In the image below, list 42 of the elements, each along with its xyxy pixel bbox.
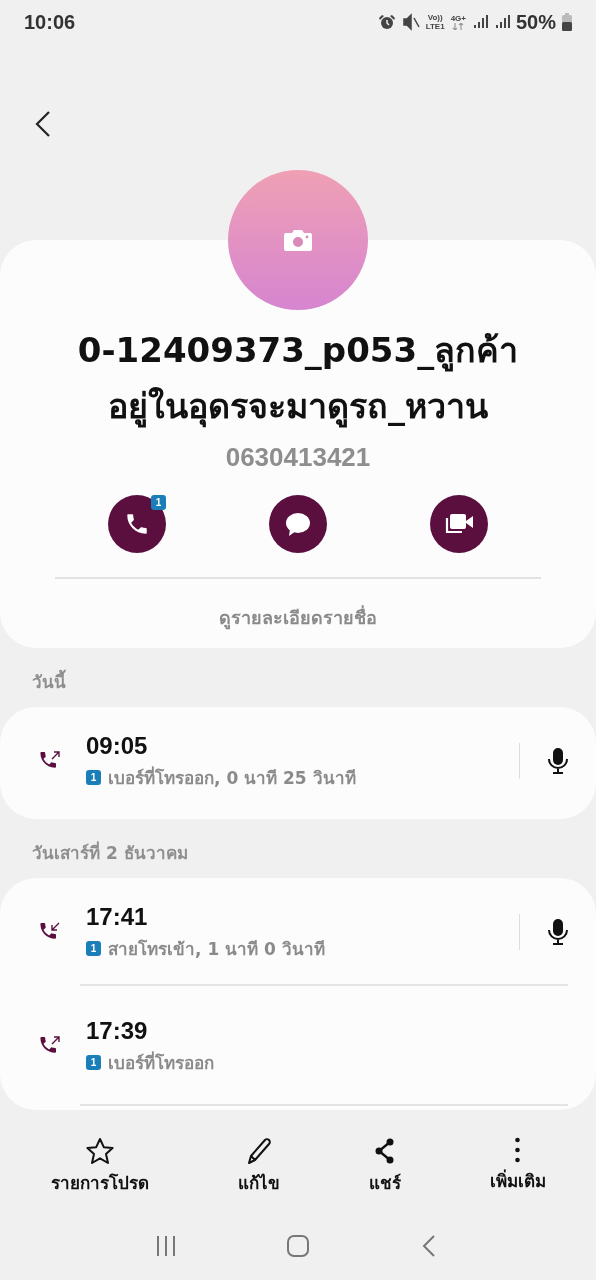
signal-icon: [493, 14, 510, 30]
share-button[interactable]: แชร์: [364, 1133, 405, 1200]
edit-button[interactable]: แก้ไข: [233, 1133, 284, 1200]
more-icon: [515, 1137, 520, 1163]
more-button[interactable]: เพิ่มเติม: [485, 1133, 550, 1200]
message-button[interactable]: [269, 495, 327, 553]
call-button[interactable]: 1: [108, 495, 166, 553]
video-call-button[interactable]: [430, 495, 488, 553]
date-header: วันเสาร์ที่ 2 ธันวาคม: [31, 840, 189, 865]
call-time: 17:41: [86, 902, 149, 931]
microphone-icon: [547, 918, 569, 946]
battery-percent: 50%: [515, 10, 556, 34]
data-arrows-icon: [452, 23, 465, 30]
phone-icon: [124, 511, 150, 537]
status-time: 10:06: [24, 10, 76, 34]
sim-badge: 1: [86, 1054, 101, 1070]
alarm-icon: [377, 13, 396, 31]
star-icon: [84, 1137, 115, 1165]
phone-number: 0630413421: [225, 442, 371, 473]
video-camera-icon: [443, 512, 475, 536]
microphone-icon: [547, 747, 569, 775]
favorite-button[interactable]: รายการโปรด: [46, 1133, 153, 1200]
signal-icon: [471, 14, 488, 30]
call-time: 17:39: [86, 1016, 149, 1045]
call-detail: เบอร์ที่โทรออก: [108, 1050, 214, 1075]
volte-label: Vo)): [427, 13, 443, 22]
recent-apps-button[interactable]: [154, 1234, 178, 1258]
battery-icon: [562, 13, 572, 31]
mute-icon: [401, 13, 420, 31]
date-header: วันนี้: [0, 648, 596, 707]
call-detail: เบอร์ที่โทรออก, 0 นาที 25 วินาที: [108, 765, 356, 790]
lte-label: LTE1: [425, 22, 445, 31]
network-label: 4G+: [450, 14, 466, 23]
home-button[interactable]: [286, 1234, 310, 1258]
sim-badge: 1: [86, 940, 101, 956]
contact-name: 0-12409373_p053_ลูกค้าอยู่ในอุดรจะมาดูรถ_หวาน: [76, 329, 520, 430]
sim-badge: 1: [86, 769, 101, 785]
sim-badge: 1: [151, 495, 166, 510]
camera-icon: [283, 228, 313, 252]
chat-bubble-icon: [284, 511, 312, 537]
call-detail: สายโทรเข้า, 1 นาที 0 วินาที: [108, 937, 325, 961]
call-time: 09:05: [86, 731, 149, 760]
